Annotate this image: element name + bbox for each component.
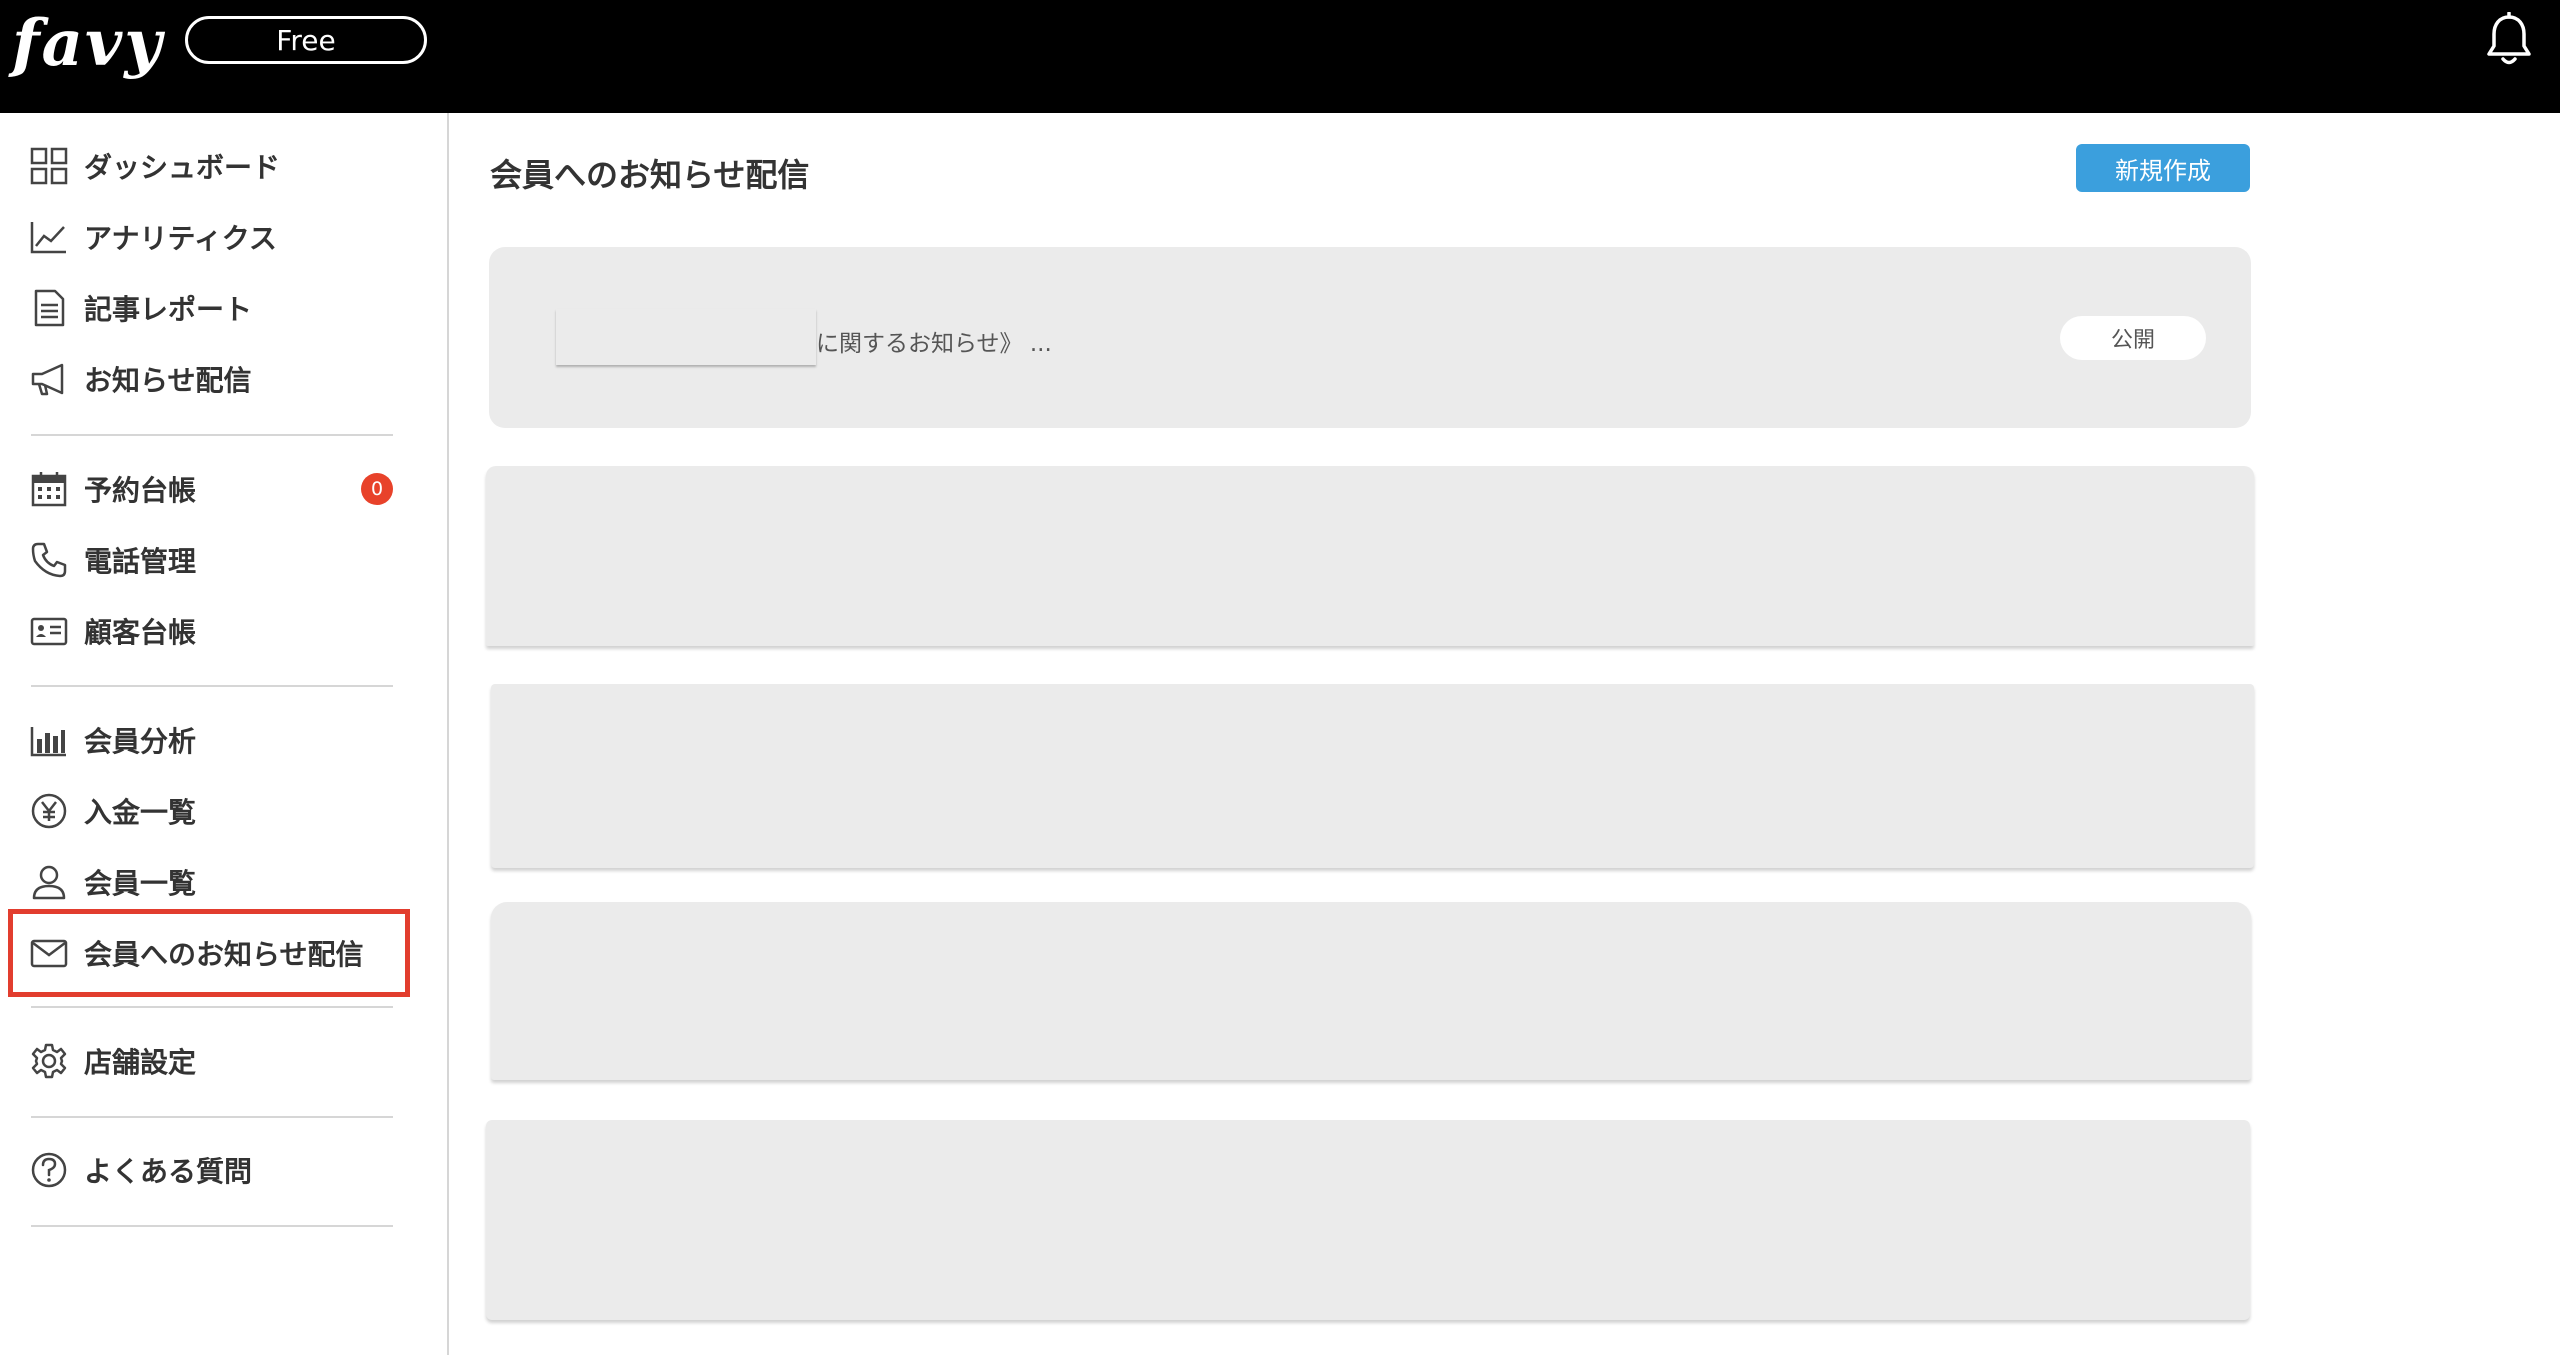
sidebar-item-label: 店舗設定: [84, 1046, 197, 1079]
sidebar-item-label: 顧客台帳: [84, 616, 197, 649]
sidebar-divider: [31, 1116, 393, 1118]
sidebar-item-label: 会員一覧: [84, 867, 197, 900]
sidebar-item-member-analysis[interactable]: 会員分析: [30, 718, 196, 762]
sidebar-divider: [31, 685, 393, 687]
sidebar-item-label: よくある質問: [84, 1155, 253, 1188]
sidebar-item-label: アナリティクス: [84, 222, 277, 255]
sidebar-item-label: 予約台帳: [84, 474, 197, 507]
yen-icon: [31, 793, 67, 829]
sidebar-item-label: 電話管理: [84, 545, 197, 578]
sidebar-item-payments[interactable]: 入金一覧: [30, 789, 196, 833]
sidebar-item-article-report[interactable]: 記事レポート: [30, 286, 252, 330]
gear-icon: [31, 1043, 67, 1079]
redacted-text: [556, 309, 816, 365]
phone-icon: [31, 542, 67, 578]
notice-card-placeholder: [486, 466, 2254, 646]
sidebar-item-store-settings[interactable]: 店舗設定: [30, 1039, 196, 1083]
document-icon: [34, 289, 65, 327]
notice-card-placeholder: [486, 1120, 2250, 1320]
page-title: 会員へのお知らせ配信: [490, 156, 810, 194]
sidebar-item-phone[interactable]: 電話管理: [30, 538, 196, 582]
reservation-count-badge: 0: [361, 473, 393, 505]
highlight-box: [8, 909, 410, 997]
calendar-icon: [31, 472, 67, 507]
sidebar-item-label: 入金一覧: [84, 796, 197, 829]
sidebar-item-label: ダッシュボード: [84, 151, 281, 184]
sidebar-item-label: 会員分析: [84, 725, 197, 758]
top-bar: favy Free: [0, 0, 2560, 113]
notice-card-placeholder: [491, 684, 2254, 868]
plan-badge[interactable]: Free: [185, 16, 427, 64]
bar-chart-icon: [30, 727, 66, 757]
notice-title: に関するお知らせ》 ...: [816, 331, 1052, 357]
megaphone-icon: [31, 363, 64, 396]
line-chart-icon: [30, 222, 66, 254]
status-badge: 公開: [2060, 316, 2206, 360]
bell-icon[interactable]: [2486, 12, 2532, 68]
help-icon: [31, 1152, 67, 1188]
create-new-button[interactable]: 新規作成: [2076, 144, 2250, 192]
notice-card-placeholder: [491, 902, 2251, 1080]
sidebar-divider: [31, 1225, 393, 1227]
id-card-icon: [30, 617, 68, 646]
sidebar-item-notice[interactable]: お知らせ配信: [30, 357, 251, 401]
favy-logo[interactable]: favy: [12, 4, 163, 84]
sidebar-item-label: 記事レポート: [84, 293, 253, 326]
sidebar-item-members[interactable]: 会員一覧: [30, 860, 196, 904]
sidebar-item-faq[interactable]: よくある質問: [30, 1148, 252, 1192]
dashboard-grid-icon: [30, 147, 68, 185]
sidebar-item-label: お知らせ配信: [84, 364, 252, 397]
sidebar-divider: [31, 1006, 393, 1008]
sidebar-item-reservations[interactable]: 予約台帳: [30, 467, 196, 511]
user-icon: [32, 865, 66, 900]
sidebar-item-dashboard[interactable]: ダッシュボード: [30, 144, 280, 188]
sidebar-item-analytics[interactable]: アナリティクス: [30, 215, 277, 259]
sidebar-divider: [31, 434, 393, 436]
sidebar-item-customers[interactable]: 顧客台帳: [30, 609, 196, 653]
